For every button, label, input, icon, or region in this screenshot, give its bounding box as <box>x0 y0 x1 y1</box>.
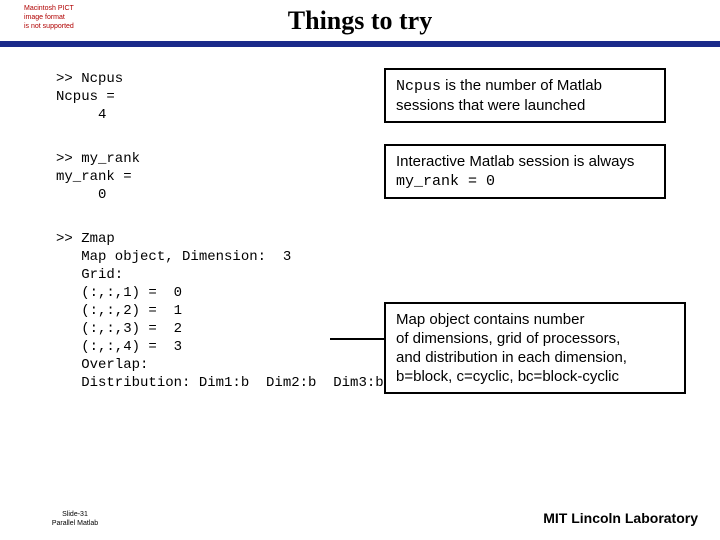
slide-root: Macintosh PICT image format is not suppo… <box>0 0 720 540</box>
callout-myrank-text: Interactive Matlab session is always <box>396 153 634 170</box>
code-myrank: >> my_rank my_rank = 0 <box>56 150 140 204</box>
lab-label: MIT Lincoln Laboratory <box>543 510 698 526</box>
callout-myrank: Interactive Matlab session is always my_… <box>384 144 666 199</box>
callout-connector <box>330 338 384 340</box>
code-ncpus: >> Ncpus Ncpus = 4 <box>56 70 123 124</box>
title-underline <box>0 41 720 47</box>
footer-slide: Slide-31 <box>40 510 110 519</box>
footer: Slide-31 Parallel Matlab <box>40 510 110 528</box>
callout-ncpus: Ncpus is the number of Matlab sessions t… <box>384 68 666 123</box>
callout-ncpus-mono: Ncpus <box>396 78 441 95</box>
footer-subject: Parallel Matlab <box>40 519 110 528</box>
code-zmap: >> Zmap Map object, Dimension: 3 Grid: (… <box>56 230 384 392</box>
callout-myrank-mono: my_rank = 0 <box>396 173 495 190</box>
page-title: Things to try <box>0 6 720 36</box>
callout-map: Map object contains number of dimensions… <box>384 302 686 394</box>
